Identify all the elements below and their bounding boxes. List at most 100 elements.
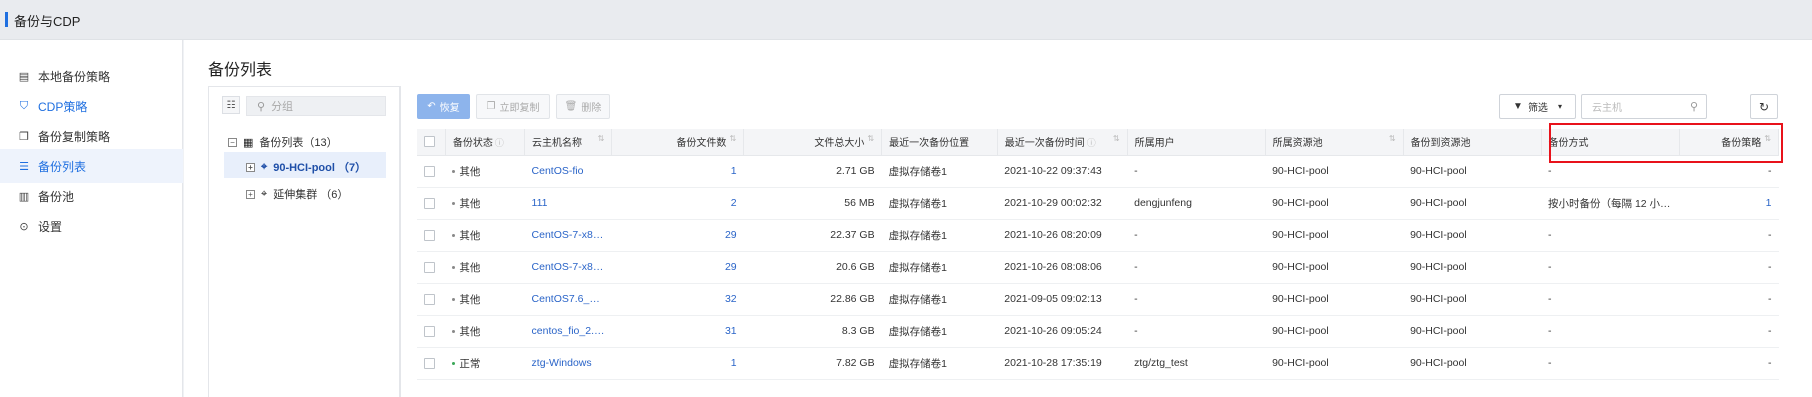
header-label: 备份状态 [452, 138, 493, 150]
cluster-icon: ⌖ [261, 187, 268, 200]
gear-icon: ⊙ [19, 220, 29, 233]
sort-icon[interactable]: ⇅ [598, 134, 605, 143]
last-time: 2021-10-26 08:08:06 [997, 251, 1128, 284]
sort-icon[interactable]: ⇅ [729, 134, 736, 143]
table-row[interactable]: 正常 ztg-Windows 1 7.82 GB 虚拟存储卷1 2021-10-28 17… [417, 347, 1779, 380]
sort-icon[interactable]: ⇅ [1764, 134, 1771, 143]
row-checkbox[interactable] [424, 357, 435, 369]
group-search-input[interactable]: ⚲ 分组 [246, 96, 386, 116]
table-row[interactable]: 其他 centos_fio_2.0_... 31 8.3 GB 虚拟存储卷1 2021-1… [417, 315, 1779, 348]
column-header-vm-name[interactable]: 云主机名称 ⇅ [524, 129, 613, 156]
last-time: 2021-10-26 09:05:24 [997, 315, 1128, 348]
tree-node-stretched-cluster[interactable]: + ⌖ 延伸集群 （6） [246, 186, 348, 202]
row-checkbox[interactable] [424, 197, 435, 209]
delete-button[interactable]: 🗑 删除 [556, 94, 610, 119]
sort-icon[interactable]: ⇅ [1113, 134, 1120, 143]
sort-icon[interactable]: ⇅ [1389, 134, 1396, 143]
user: - [1127, 315, 1266, 348]
header-label: 云主机名称 [532, 138, 583, 150]
status-cell: 其他 [445, 219, 525, 252]
file-count-link[interactable]: 2 [611, 187, 744, 220]
sidebar-item-cdp-policy[interactable]: ⛉ CDP策略 [0, 89, 183, 123]
title-accent [5, 12, 8, 27]
table-row[interactable]: 其他 111 2 56 MB 虚拟存储卷1 2021-10-29 00:02:32 deng… [417, 187, 1779, 220]
status-cell: 其他 [445, 187, 525, 220]
target-pool: 90-HCI-pool [1403, 187, 1542, 220]
collapse-icon[interactable]: − [228, 137, 237, 147]
column-header-resource-pool[interactable]: 所属资源池 ⇅ [1265, 129, 1404, 156]
vm-name-link[interactable]: CentOS-7-x86_6... [524, 251, 612, 284]
vm-search-input[interactable]: 云主机 ⚲ [1581, 94, 1707, 119]
row-checkbox-cell[interactable] [417, 283, 446, 316]
sidebar-item-settings[interactable]: ⊙ 设置 [0, 209, 183, 243]
column-header-backup-policy[interactable]: 备份策略 ⇅ [1679, 129, 1779, 156]
total-size: 56 MB [743, 187, 882, 220]
table-row[interactable]: 其他 CentOS-7-x86_6... 29 22.37 GB 虚拟存储卷1 2021-… [417, 219, 1779, 252]
file-count-link[interactable]: 1 [611, 155, 744, 188]
vm-name-link[interactable]: ztg-Windows [524, 347, 612, 380]
vm-name-link[interactable]: 111 [524, 187, 612, 220]
backup-policy[interactable]: 1 [1679, 187, 1779, 220]
last-location: 虚拟存储卷1 [881, 187, 998, 220]
sort-icon[interactable]: ⇅ [867, 134, 874, 143]
tree-root[interactable]: − ▦ 备份列表（13） [228, 134, 338, 150]
column-header-last-location[interactable]: 最近一次备份位置 [881, 129, 998, 156]
row-checkbox[interactable] [424, 293, 435, 305]
file-count-link[interactable]: 29 [611, 251, 744, 284]
file-count-link[interactable]: 29 [611, 219, 744, 252]
vm-name-link[interactable]: CentOS-7-x86_6... [524, 219, 612, 252]
filter-dropdown[interactable]: ▼ 筛选 ▾ [1499, 94, 1576, 119]
column-header-file-count[interactable]: 备份文件数 ⇅ [611, 129, 745, 156]
copy-now-button[interactable]: ❐ 立即复制 [476, 94, 550, 119]
status-dot [452, 170, 456, 174]
select-all-checkbox[interactable] [424, 136, 435, 148]
resource-pool: 90-HCI-pool [1265, 155, 1404, 188]
header-label: 备份文件数 [676, 138, 727, 150]
sidebar-item-local-backup-policy[interactable]: ▤ 本地备份策略 [0, 59, 183, 93]
file-count-link[interactable]: 1 [611, 347, 744, 380]
file-count-link[interactable]: 32 [611, 283, 744, 316]
backup-table: 备份状态 ⓘ 云主机名称 ⇅ 备份文件数 ⇅ 文件总大小 ⇅ 最近一次备份位置 最近一次… [417, 129, 1779, 380]
row-checkbox-cell[interactable] [417, 219, 446, 252]
expand-icon[interactable]: + [246, 162, 255, 172]
column-header-user[interactable]: 所属用户 [1127, 129, 1266, 156]
backup-policy: - [1679, 283, 1779, 316]
column-header-last-time[interactable]: 最近一次备份时间 ⓘ ⇅ [997, 129, 1128, 156]
list-view-button[interactable]: ☷ [222, 96, 240, 114]
row-checkbox-cell[interactable] [417, 155, 446, 188]
column-header-total-size[interactable]: 文件总大小 ⇅ [743, 129, 883, 156]
row-checkbox[interactable] [424, 229, 435, 241]
table-row[interactable]: 其他 CentOS-7-x86_6... 29 20.6 GB 虚拟存储卷1 2021-1… [417, 251, 1779, 284]
user: - [1127, 283, 1266, 316]
row-checkbox-cell[interactable] [417, 187, 446, 220]
row-checkbox-cell[interactable] [417, 315, 446, 348]
restore-button[interactable]: ↶ 恢复 [417, 94, 470, 119]
vm-name-link[interactable]: CentOS7.6_192.... [524, 283, 612, 316]
row-checkbox-cell[interactable] [417, 347, 446, 380]
sidebar-item-backup-pool[interactable]: ▥ 备份池 [0, 179, 183, 213]
resource-pool: 90-HCI-pool [1265, 251, 1404, 284]
row-checkbox[interactable] [424, 261, 435, 273]
refresh-button[interactable]: ↻ [1750, 94, 1778, 119]
select-all-checkbox-cell[interactable] [417, 129, 446, 156]
row-checkbox[interactable] [424, 325, 435, 337]
vm-name-link[interactable]: centos_fio_2.0_... [524, 315, 612, 348]
sidebar-item-backup-list[interactable]: ☰ 备份列表 [0, 149, 183, 183]
expand-icon[interactable]: + [246, 189, 255, 199]
column-header-status[interactable]: 备份状态 ⓘ [445, 129, 526, 156]
table-row[interactable]: 其他 CentOS-fio 1 2.71 GB 虚拟存储卷1 2021-10-22 09:… [417, 155, 1779, 188]
status-text: 其他 [459, 229, 481, 242]
tree-node-90-hci-pool[interactable]: + ⌖ 90-HCI-pool （7） [246, 159, 366, 175]
table-row[interactable]: 其他 CentOS7.6_192.... 32 22.86 GB 虚拟存储卷1 2021-… [417, 283, 1779, 316]
column-header-target-pool[interactable]: 备份到资源池 [1403, 129, 1542, 156]
column-header-backup-method[interactable]: 备份方式 [1541, 129, 1680, 156]
copy-icon: ❐ [486, 101, 496, 112]
total-size: 2.71 GB [743, 155, 882, 188]
sidebar-item-backup-copy-policy[interactable]: ❐ 备份复制策略 [0, 119, 183, 153]
vm-name-link[interactable]: CentOS-fio [524, 155, 612, 188]
user: - [1127, 155, 1266, 188]
row-checkbox-cell[interactable] [417, 251, 446, 284]
row-checkbox[interactable] [424, 165, 435, 177]
file-count-link[interactable]: 31 [611, 315, 744, 348]
backup-policy: - [1679, 347, 1779, 380]
